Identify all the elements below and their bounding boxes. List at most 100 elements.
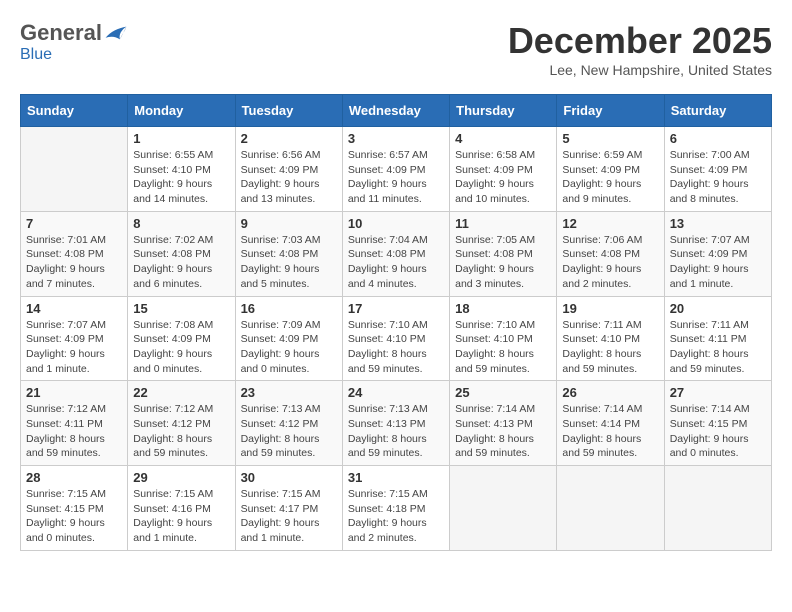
day-info: Sunrise: 6:59 AMSunset: 4:09 PMDaylight:… [562, 148, 658, 207]
calendar-cell: 17 Sunrise: 7:10 AMSunset: 4:10 PMDayligh… [342, 296, 449, 381]
calendar-cell: 14 Sunrise: 7:07 AMSunset: 4:09 PMDayligh… [21, 296, 128, 381]
calendar-week-3: 14 Sunrise: 7:07 AMSunset: 4:09 PMDayligh… [21, 296, 772, 381]
day-info: Sunrise: 7:04 AMSunset: 4:08 PMDaylight:… [348, 233, 444, 292]
calendar-cell: 20Sunrise: 7:11 AMSunset: 4:11 PMDayligh… [664, 296, 771, 381]
day-info: Sunrise: 7:15 AMSunset: 4:17 PMDaylight:… [241, 487, 337, 546]
calendar-cell: 18 Sunrise: 7:10 AMSunset: 4:10 PMDayligh… [450, 296, 557, 381]
day-number: 25 [455, 385, 551, 400]
day-info: Sunrise: 6:55 AMSunset: 4:10 PMDaylight:… [133, 148, 229, 207]
calendar-cell: 1 Sunrise: 6:55 AMSunset: 4:10 PMDaylight… [128, 127, 235, 212]
day-number: 24 [348, 385, 444, 400]
day-number: 10 [348, 216, 444, 231]
calendar-cell: 9 Sunrise: 7:03 AMSunset: 4:08 PMDaylight… [235, 211, 342, 296]
calendar-cell: 27 Sunrise: 7:14 AMSunset: 4:15 PMDayligh… [664, 381, 771, 466]
day-number: 5 [562, 131, 658, 146]
day-info: Sunrise: 7:01 AMSunset: 4:08 PMDaylight:… [26, 233, 122, 292]
day-number: 19 [562, 301, 658, 316]
day-number: 16 [241, 301, 337, 316]
calendar-cell: 23 Sunrise: 7:13 AMSunset: 4:12 PMDayligh… [235, 381, 342, 466]
day-number: 11 [455, 216, 551, 231]
day-info: Sunrise: 7:06 AMSunset: 4:08 PMDaylight:… [562, 233, 658, 292]
day-info: Sunrise: 6:56 AMSunset: 4:09 PMDaylight:… [241, 148, 337, 207]
day-info: Sunrise: 7:11 AMSunset: 4:10 PMDaylight:… [562, 318, 658, 377]
day-info: Sunrise: 7:13 AMSunset: 4:12 PMDaylight:… [241, 402, 337, 461]
calendar-cell: 19 Sunrise: 7:11 AMSunset: 4:10 PMDayligh… [557, 296, 664, 381]
day-info: Sunrise: 7:05 AMSunset: 4:08 PMDaylight:… [455, 233, 551, 292]
calendar-cell: 16 Sunrise: 7:09 AMSunset: 4:09 PMDayligh… [235, 296, 342, 381]
day-info: Sunrise: 7:10 AMSunset: 4:10 PMDaylight:… [455, 318, 551, 377]
day-number: 2 [241, 131, 337, 146]
calendar-cell: 6 Sunrise: 7:00 AMSunset: 4:09 PMDaylight… [664, 127, 771, 212]
calendar-cell [664, 466, 771, 551]
calendar-cell: 5 Sunrise: 6:59 AMSunset: 4:09 PMDaylight… [557, 127, 664, 212]
day-info: Sunrise: 7:07 AMSunset: 4:09 PMDaylight:… [26, 318, 122, 377]
page-header: General Blue December 2025 Lee, New Hamp… [20, 20, 772, 78]
day-info: Sunrise: 7:12 AMSunset: 4:12 PMDaylight:… [133, 402, 229, 461]
day-number: 17 [348, 301, 444, 316]
day-info: Sunrise: 7:13 AMSunset: 4:13 PMDaylight:… [348, 402, 444, 461]
weekday-header-saturday: Saturday [664, 95, 771, 127]
day-number: 14 [26, 301, 122, 316]
title-block: December 2025 Lee, New Hampshire, United… [508, 20, 772, 78]
month-title: December 2025 [508, 20, 772, 62]
calendar-cell: 8Sunrise: 7:02 AMSunset: 4:08 PMDaylight… [128, 211, 235, 296]
weekday-header-wednesday: Wednesday [342, 95, 449, 127]
day-number: 31 [348, 470, 444, 485]
calendar-cell: 10 Sunrise: 7:04 AMSunset: 4:08 PMDayligh… [342, 211, 449, 296]
calendar-cell: 4Sunrise: 6:58 AMSunset: 4:09 PMDaylight… [450, 127, 557, 212]
weekday-header-friday: Friday [557, 95, 664, 127]
day-number: 22 [133, 385, 229, 400]
day-info: Sunrise: 7:14 AMSunset: 4:14 PMDaylight:… [562, 402, 658, 461]
day-number: 9 [241, 216, 337, 231]
day-info: Sunrise: 7:09 AMSunset: 4:09 PMDaylight:… [241, 318, 337, 377]
day-info: Sunrise: 6:57 AMSunset: 4:09 PMDaylight:… [348, 148, 444, 207]
day-info: Sunrise: 7:14 AMSunset: 4:13 PMDaylight:… [455, 402, 551, 461]
calendar-cell: 24 Sunrise: 7:13 AMSunset: 4:13 PMDayligh… [342, 381, 449, 466]
calendar-cell: 7Sunrise: 7:01 AMSunset: 4:08 PMDaylight… [21, 211, 128, 296]
calendar-cell: 22 Sunrise: 7:12 AMSunset: 4:12 PMDayligh… [128, 381, 235, 466]
day-info: Sunrise: 7:00 AMSunset: 4:09 PMDaylight:… [670, 148, 766, 207]
logo-bird-icon [104, 23, 128, 43]
calendar-week-1: 1 Sunrise: 6:55 AMSunset: 4:10 PMDaylight… [21, 127, 772, 212]
logo-general: General [20, 20, 102, 46]
calendar-cell: 12 Sunrise: 7:06 AMSunset: 4:08 PMDayligh… [557, 211, 664, 296]
day-number: 21 [26, 385, 122, 400]
calendar-cell [557, 466, 664, 551]
day-number: 13 [670, 216, 766, 231]
day-info: Sunrise: 7:02 AMSunset: 4:08 PMDaylight:… [133, 233, 229, 292]
day-number: 29 [133, 470, 229, 485]
day-number: 18 [455, 301, 551, 316]
day-number: 1 [133, 131, 229, 146]
calendar-cell: 15 Sunrise: 7:08 AMSunset: 4:09 PMDayligh… [128, 296, 235, 381]
calendar-week-2: 7Sunrise: 7:01 AMSunset: 4:08 PMDaylight… [21, 211, 772, 296]
day-info: Sunrise: 7:10 AMSunset: 4:10 PMDaylight:… [348, 318, 444, 377]
day-info: Sunrise: 7:14 AMSunset: 4:15 PMDaylight:… [670, 402, 766, 461]
day-number: 27 [670, 385, 766, 400]
day-info: Sunrise: 7:15 AMSunset: 4:16 PMDaylight:… [133, 487, 229, 546]
day-number: 23 [241, 385, 337, 400]
calendar-cell [21, 127, 128, 212]
weekday-header-thursday: Thursday [450, 95, 557, 127]
day-number: 12 [562, 216, 658, 231]
logo: General Blue [20, 20, 128, 64]
day-number: 6 [670, 131, 766, 146]
calendar-cell: 29 Sunrise: 7:15 AMSunset: 4:16 PMDayligh… [128, 466, 235, 551]
day-info: Sunrise: 7:08 AMSunset: 4:09 PMDaylight:… [133, 318, 229, 377]
day-info: Sunrise: 7:15 AMSunset: 4:15 PMDaylight:… [26, 487, 122, 546]
day-number: 28 [26, 470, 122, 485]
calendar-cell: 11 Sunrise: 7:05 AMSunset: 4:08 PMDayligh… [450, 211, 557, 296]
calendar-cell [450, 466, 557, 551]
calendar-cell: 2 Sunrise: 6:56 AMSunset: 4:09 PMDaylight… [235, 127, 342, 212]
weekday-header-monday: Monday [128, 95, 235, 127]
day-info: Sunrise: 7:03 AMSunset: 4:08 PMDaylight:… [241, 233, 337, 292]
calendar-cell: 13Sunrise: 7:07 AMSunset: 4:09 PMDayligh… [664, 211, 771, 296]
day-info: Sunrise: 7:12 AMSunset: 4:11 PMDaylight:… [26, 402, 122, 461]
calendar-table: SundayMondayTuesdayWednesdayThursdayFrid… [20, 94, 772, 551]
day-number: 26 [562, 385, 658, 400]
day-number: 30 [241, 470, 337, 485]
logo-blue-text: Blue [20, 46, 52, 64]
location: Lee, New Hampshire, United States [508, 62, 772, 78]
calendar-cell: 31Sunrise: 7:15 AMSunset: 4:18 PMDayligh… [342, 466, 449, 551]
day-number: 3 [348, 131, 444, 146]
day-number: 15 [133, 301, 229, 316]
